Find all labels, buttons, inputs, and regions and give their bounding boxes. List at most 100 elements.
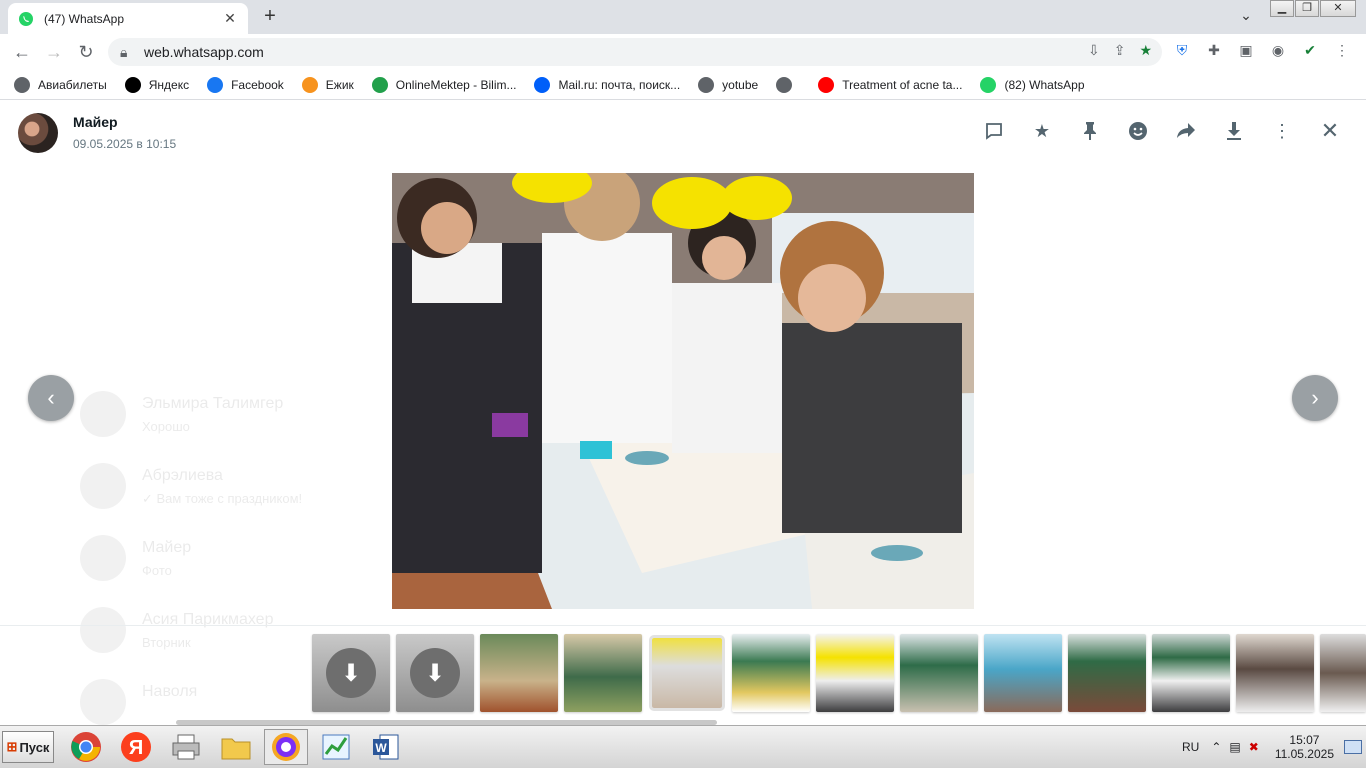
download-arrow-icon: ⬇ <box>410 648 460 698</box>
odnoklassniki-icon <box>301 76 318 93</box>
bookmark-item[interactable]: Яндекс <box>124 76 190 93</box>
language-indicator[interactable]: RU <box>1182 740 1199 754</box>
windows-flag-icon: ⊞ <box>6 739 18 754</box>
bookmark-item[interactable]: (82) WhatsApp <box>980 76 1085 93</box>
show-desktop-icon[interactable] <box>1344 740 1362 754</box>
bookmark-star-icon[interactable]: ★ <box>1139 42 1152 59</box>
avatar[interactable] <box>18 113 58 153</box>
thumbnail[interactable] <box>732 634 810 712</box>
bookmark-item[interactable]: Авиабилеты <box>14 76 107 93</box>
react-emoji-icon[interactable] <box>1126 119 1150 143</box>
next-media-button[interactable]: › <box>1292 375 1338 421</box>
globe-icon <box>776 76 793 93</box>
tab-whatsapp[interactable]: (47) WhatsApp ✕ <box>8 3 248 34</box>
tray-expand-icon[interactable]: ⌃ <box>1211 740 1221 754</box>
chrome-menu-icon[interactable]: ⋮ <box>1332 40 1352 60</box>
bookmark-item[interactable]: Facebook <box>207 76 284 93</box>
bookmark-item[interactable] <box>776 76 800 93</box>
thumbnail[interactable] <box>564 634 642 712</box>
back-icon[interactable]: ← <box>6 36 38 68</box>
download-icon[interactable] <box>1222 119 1246 143</box>
whatsapp-icon <box>19 11 33 26</box>
go-to-message-icon[interactable] <box>982 119 1006 143</box>
chart-app-taskbar-icon[interactable] <box>314 729 358 765</box>
svg-text:Я: Я <box>129 737 143 759</box>
browser-tabstrip: (47) WhatsApp ✕ + ⌄ ▁ ❐ ✕ <box>0 0 1366 34</box>
minimize-button[interactable]: ▁ <box>1270 0 1294 17</box>
facebook-icon <box>207 76 224 93</box>
reload-icon[interactable]: ↻ <box>70 36 102 68</box>
adguard-icon[interactable]: ✔ <box>1300 40 1320 60</box>
download-arrow-icon: ⬇ <box>326 648 376 698</box>
thumbnail[interactable] <box>1068 634 1146 712</box>
folder-taskbar-icon[interactable] <box>214 729 258 765</box>
word-taskbar-icon[interactable]: W <box>364 729 408 765</box>
url-text: web.whatsapp.com <box>144 44 264 60</box>
bookmark-label: Treatment of acne ta... <box>842 77 963 92</box>
tray-device-icon[interactable]: ▤ <box>1229 740 1240 754</box>
tray-network-icon[interactable]: ✖ <box>1249 740 1259 754</box>
forward-share-icon[interactable] <box>1174 119 1198 143</box>
forward-icon[interactable]: → <box>38 36 70 68</box>
media-thumbnail-strip: ⬇ ⬇ <box>0 625 1366 725</box>
youtube-icon <box>818 76 835 93</box>
tab-title: (47) WhatsApp <box>44 11 125 26</box>
whatsapp-icon <box>980 76 997 93</box>
bookmarks-bar: Авиабилеты Яндекс Facebook Ежик OnlineMektep… <box>0 70 1366 100</box>
bookmark-label: Facebook <box>231 77 284 92</box>
thumbnail[interactable] <box>984 634 1062 712</box>
thumbnail[interactable] <box>1320 634 1366 712</box>
globe-icon <box>698 76 715 93</box>
tab-search-icon[interactable]: ⌄ <box>1236 7 1256 27</box>
star-icon[interactable]: ★ <box>1030 119 1054 143</box>
avatar <box>80 463 126 509</box>
thumbnail-selected[interactable] <box>649 635 725 711</box>
tab-close-icon[interactable]: ✕ <box>222 10 238 27</box>
bookmark-item[interactable]: Ежик <box>301 76 354 93</box>
chrome-taskbar-icon[interactable] <box>64 729 108 765</box>
side-panel-icon[interactable]: ▣ <box>1236 40 1256 60</box>
previous-media-button[interactable]: ‹ <box>28 375 74 421</box>
thumbnail[interactable] <box>1152 634 1230 712</box>
chat-name: Эльмира Талимгер <box>142 395 284 412</box>
new-tab-button[interactable]: + <box>258 5 282 29</box>
bookmark-item[interactable]: yotube <box>698 76 759 93</box>
bookmark-label: OnlineMektep - Bilim... <box>395 77 517 92</box>
background-chat-row: Майер Фото <box>80 535 380 585</box>
thumbnail-download[interactable]: ⬇ <box>396 634 474 712</box>
yandex-browser-taskbar-icon[interactable]: Я <box>114 729 158 765</box>
bookmark-item[interactable]: Mail.ru: почта, поиск... <box>534 76 680 93</box>
thumbnail[interactable] <box>480 634 558 712</box>
clock[interactable]: 15:07 11.05.2025 <box>1275 733 1334 761</box>
extensions-puzzle-icon[interactable]: ✚ <box>1204 40 1224 60</box>
message-date: 09.05.2025 в 10:15 <box>73 137 177 151</box>
more-options-icon[interactable]: ⋮ <box>1270 119 1294 143</box>
restore-button[interactable]: ❐ <box>1295 0 1319 17</box>
profile-icon[interactable]: ◉ <box>1268 40 1288 60</box>
bookmark-label: (82) WhatsApp <box>1004 77 1085 92</box>
start-label: Пуск <box>19 739 50 755</box>
thumbnail[interactable] <box>1236 634 1314 712</box>
bookmark-item[interactable]: OnlineMektep - Bilim... <box>371 76 517 93</box>
start-button[interactable]: ⊞ Пуск <box>2 731 54 763</box>
printer-taskbar-icon[interactable] <box>164 729 208 765</box>
share-icon[interactable]: ⇪ <box>1114 42 1126 59</box>
avatar <box>80 391 126 437</box>
vpn-shield-icon[interactable]: ⛨ <box>1172 40 1192 60</box>
install-app-icon[interactable]: ⇩ <box>1088 42 1100 59</box>
bookmark-item[interactable]: Treatment of acne ta... <box>818 76 963 93</box>
background-chat-row: Абрэлиева ✓ Вам тоже с праздником! <box>80 463 380 513</box>
thumbnail[interactable] <box>900 634 978 712</box>
close-window-button[interactable]: ✕ <box>1320 0 1356 17</box>
app-taskbar-icon[interactable] <box>264 729 308 765</box>
pin-icon[interactable] <box>1078 119 1102 143</box>
thumbnail[interactable] <box>816 634 894 712</box>
yandex-icon <box>124 76 141 93</box>
thumbnail-download[interactable]: ⬇ <box>312 634 390 712</box>
address-bar[interactable]: 🔒︎ web.whatsapp.com ⇩ ⇪ ★ <box>108 38 1162 66</box>
chat-preview: Хорошо <box>142 419 190 434</box>
bookmark-label: Яндекс <box>148 77 190 92</box>
close-viewer-icon[interactable]: ✕ <box>1318 118 1342 143</box>
bookmark-label: yotube <box>722 77 759 92</box>
media-photo[interactable] <box>392 173 974 609</box>
